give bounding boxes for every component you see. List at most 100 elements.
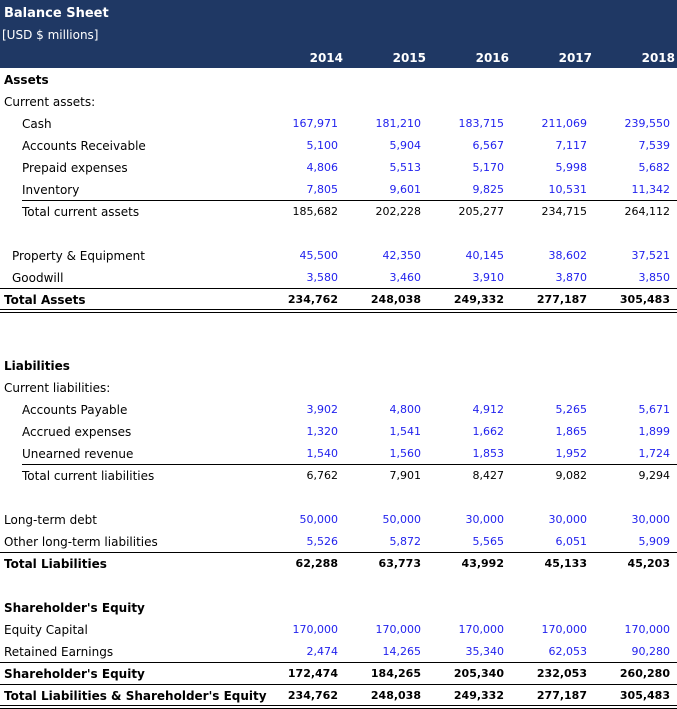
row-label: Long-term debt (4, 513, 98, 527)
row-label: Total Liabilities & Shareholder's Equity (4, 689, 267, 703)
row-label: Cash (22, 117, 52, 131)
table-row: Total current assets 185,682 202,228 205,27… (0, 201, 677, 223)
value-cell-2015: 5,872 (389, 535, 422, 548)
value-cell-2015: 248,038 (370, 293, 421, 306)
value-cell-2014: 167,971 (292, 117, 339, 130)
value-cell-2016: 35,340 (465, 645, 505, 658)
value-cell-2015: 248,038 (370, 689, 421, 702)
value-cell-2015: 50,000 (382, 513, 422, 526)
value-cell-2014: 6,762 (306, 469, 339, 482)
value-cell-2017: 5,265 (555, 403, 588, 416)
value-cell-2014: 45,500 (299, 249, 339, 262)
value-cell-2016: 43,992 (461, 557, 504, 570)
value-cell-2017: 211,069 (541, 117, 588, 130)
value-cell-2015: 9,601 (389, 183, 422, 196)
value-cell-2018: 1,724 (638, 447, 671, 460)
value-cell-2014: 170,000 (292, 623, 339, 636)
sheet-subtitle: [USD $ millions] (2, 28, 99, 42)
value-cell-2017: 277,187 (536, 689, 587, 702)
value-cell-2016: 1,853 (472, 447, 505, 460)
row-label: Total Liabilities (4, 557, 107, 571)
value-cell-2014: 172,474 (287, 667, 338, 680)
row-label: Other long-term liabilities (4, 535, 158, 549)
table-row: Accrued expenses 1,320 1,541 1,662 1,865 1,89… (0, 421, 677, 443)
value-cell-2015: 42,350 (382, 249, 422, 262)
value-cell-2017: 1,952 (555, 447, 588, 460)
value-cell-2016: 205,340 (453, 667, 504, 680)
value-cell-2017: 10,531 (548, 183, 588, 196)
table-row: Assets (0, 69, 677, 91)
row-label: Assets (4, 73, 49, 87)
value-cell-2018: 5,671 (638, 403, 671, 416)
value-cell-2018: 45,203 (627, 557, 670, 570)
table-row: Shareholder's Equity 172,474 184,265 205,34… (0, 663, 677, 685)
value-cell-2016: 5,565 (472, 535, 505, 548)
value-cell-2014: 234,762 (287, 689, 338, 702)
value-cell-2018: 5,682 (638, 161, 671, 174)
row-label: Equity Capital (4, 623, 88, 637)
table-row: Total Liabilities 62,288 63,773 43,992 45,13… (0, 553, 677, 575)
balance-sheet: Balance Sheet [USD $ millions] 2014 2015… (0, 0, 677, 709)
value-cell-2018: 305,483 (619, 689, 670, 702)
year-header-2017: 2017 (558, 51, 592, 65)
table-row: Accounts Receivable 5,100 5,904 6,567 7,117 7… (0, 135, 677, 157)
value-cell-2014: 185,682 (292, 205, 339, 218)
value-cell-2014: 2,474 (306, 645, 339, 658)
value-cell-2017: 62,053 (548, 645, 588, 658)
value-cell-2015: 1,560 (389, 447, 422, 460)
sheet-header: Balance Sheet [USD $ millions] 2014 2015… (0, 0, 677, 68)
value-cell-2018: 264,112 (624, 205, 671, 218)
value-cell-2016: 40,145 (465, 249, 505, 262)
value-cell-2018: 3,850 (638, 271, 671, 284)
table-row: Liabilities (0, 355, 677, 377)
value-cell-2016: 249,332 (453, 689, 504, 702)
value-cell-2017: 45,133 (544, 557, 587, 570)
row-label: Liabilities (4, 359, 70, 373)
table-row: Current assets: (0, 91, 677, 113)
value-cell-2018: 90,280 (631, 645, 671, 658)
value-cell-2015: 3,460 (389, 271, 422, 284)
year-header-2018: 2018 (641, 51, 675, 65)
value-cell-2018: 1,899 (638, 425, 671, 438)
value-cell-2018: 5,909 (638, 535, 671, 548)
value-cell-2017: 5,998 (555, 161, 588, 174)
row-label: Goodwill (12, 271, 64, 285)
value-cell-2014: 50,000 (299, 513, 339, 526)
value-cell-2015: 181,210 (375, 117, 422, 130)
value-cell-2014: 5,100 (306, 139, 339, 152)
value-cell-2017: 38,602 (548, 249, 588, 262)
value-cell-2016: 183,715 (458, 117, 505, 130)
value-cell-2016: 9,825 (472, 183, 505, 196)
row-label: Total current liabilities (22, 469, 155, 483)
table-row: Goodwill 3,580 3,460 3,910 3,870 3,850 (0, 267, 677, 289)
value-cell-2014: 1,540 (306, 447, 339, 460)
row-label: Current assets: (4, 95, 96, 109)
value-cell-2014: 5,526 (306, 535, 339, 548)
row-label: Shareholder's Equity (4, 667, 145, 681)
value-cell-2017: 170,000 (541, 623, 588, 636)
value-cell-2015: 63,773 (378, 557, 421, 570)
value-cell-2016: 6,567 (472, 139, 505, 152)
table-row: Total Liabilities & Shareholder's Equity… (0, 685, 677, 709)
row-label: Shareholder's Equity (4, 601, 145, 615)
table-row: Accounts Payable 3,902 4,800 4,912 5,265 5,67… (0, 399, 677, 421)
row-label: Total Assets (4, 293, 86, 307)
value-cell-2018: 7,539 (638, 139, 671, 152)
value-cell-2015: 1,541 (389, 425, 422, 438)
value-cell-2017: 9,082 (555, 469, 588, 482)
table-row: Current liabilities: (0, 377, 677, 399)
value-cell-2016: 249,332 (453, 293, 504, 306)
value-cell-2014: 7,805 (306, 183, 339, 196)
value-cell-2017: 6,051 (555, 535, 588, 548)
value-cell-2016: 4,912 (472, 403, 505, 416)
row-label: Current liabilities: (4, 381, 111, 395)
value-cell-2014: 3,902 (306, 403, 339, 416)
value-cell-2015: 184,265 (370, 667, 421, 680)
row-label: Total current assets (22, 205, 140, 219)
year-header-2015: 2015 (392, 51, 426, 65)
value-cell-2015: 5,904 (389, 139, 422, 152)
value-cell-2018: 30,000 (631, 513, 671, 526)
value-cell-2018: 9,294 (638, 469, 671, 482)
row-label: Property & Equipment (12, 249, 145, 263)
value-cell-2014: 3,580 (306, 271, 339, 284)
